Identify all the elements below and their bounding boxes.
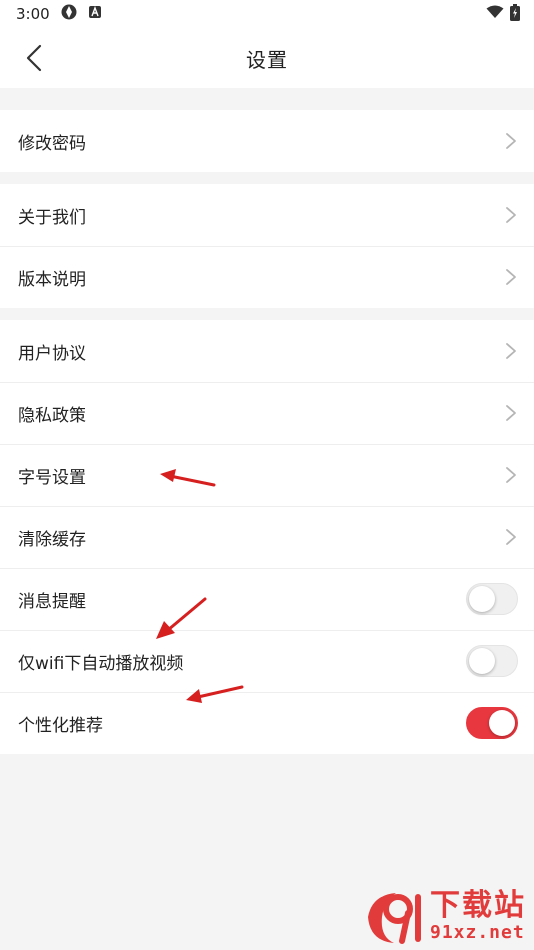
- settings-group-about: 关于我们 版本说明: [0, 184, 534, 308]
- chevron-right-icon: [506, 405, 516, 421]
- header-bar: 设置: [0, 28, 534, 88]
- row-right: [504, 341, 518, 361]
- back-button[interactable]: [14, 38, 54, 78]
- status-left: 3:00: [16, 3, 102, 25]
- row-label: 隐私政策: [18, 405, 86, 426]
- watermark-url: 91xz.net: [430, 922, 525, 943]
- watermark-title: 下载站: [430, 888, 526, 923]
- row-personalized-recommendation: 个性化推荐: [0, 692, 534, 754]
- row-label: 清除缓存: [18, 529, 86, 550]
- watermark: 下载站 91xz.net: [364, 886, 532, 948]
- row-right: [466, 645, 518, 677]
- chevron-right-icon: [506, 207, 516, 223]
- row-change-password[interactable]: 修改密码: [0, 110, 534, 172]
- row-version-notes[interactable]: 版本说明: [0, 246, 534, 308]
- chevron-right-icon: [506, 467, 516, 483]
- status-bar: 3:00: [0, 0, 534, 28]
- message-reminder-toggle[interactable]: [466, 583, 518, 615]
- row-clear-cache[interactable]: 清除缓存: [0, 506, 534, 568]
- settings-group-general: 用户协议 隐私政策 字号设置 清除缓存 消息提醒 仅wifi下自动播放视频 个性…: [0, 320, 534, 754]
- wifi-icon: [486, 5, 504, 23]
- notification-a-icon: [88, 5, 102, 23]
- row-right: [504, 465, 518, 485]
- row-font-size[interactable]: 字号设置: [0, 444, 534, 506]
- row-label: 关于我们: [18, 207, 86, 228]
- row-label: 个性化推荐: [18, 715, 103, 736]
- chevron-right-icon: [506, 269, 516, 285]
- row-wifi-autoplay: 仅wifi下自动播放视频: [0, 630, 534, 692]
- row-right: [504, 267, 518, 287]
- row-label: 消息提醒: [18, 591, 86, 612]
- watermark-logo-icon: [364, 887, 428, 947]
- row-label: 用户协议: [18, 343, 86, 364]
- status-right: [486, 3, 520, 25]
- toggle-knob: [489, 710, 515, 736]
- row-privacy-policy[interactable]: 隐私政策: [0, 382, 534, 444]
- row-about-us[interactable]: 关于我们: [0, 184, 534, 246]
- page-title: 设置: [246, 47, 288, 72]
- toggle-knob: [469, 586, 495, 612]
- watermark-text: 下载站 91xz.net: [430, 890, 526, 944]
- chevron-right-icon: [506, 133, 516, 149]
- row-right: [466, 583, 518, 615]
- row-label: 修改密码: [18, 133, 86, 154]
- personalized-recommendation-toggle[interactable]: [466, 707, 518, 739]
- wifi-autoplay-toggle[interactable]: [466, 645, 518, 677]
- chevron-right-icon: [506, 529, 516, 545]
- battery-icon: [510, 3, 520, 25]
- row-message-reminder: 消息提醒: [0, 568, 534, 630]
- row-label: 字号设置: [18, 467, 86, 488]
- row-label: 仅wifi下自动播放视频: [18, 653, 184, 674]
- sync-icon: [60, 3, 78, 25]
- settings-group-account: 修改密码: [0, 110, 534, 172]
- row-right: [504, 205, 518, 225]
- row-right: [504, 527, 518, 547]
- row-right: [504, 131, 518, 151]
- toggle-knob: [469, 648, 495, 674]
- back-arrow-icon: [26, 44, 42, 72]
- row-label: 版本说明: [18, 269, 86, 290]
- row-right: [504, 403, 518, 423]
- chevron-right-icon: [506, 343, 516, 359]
- row-right: [466, 707, 518, 739]
- status-time: 3:00: [16, 5, 50, 23]
- row-user-agreement[interactable]: 用户协议: [0, 320, 534, 382]
